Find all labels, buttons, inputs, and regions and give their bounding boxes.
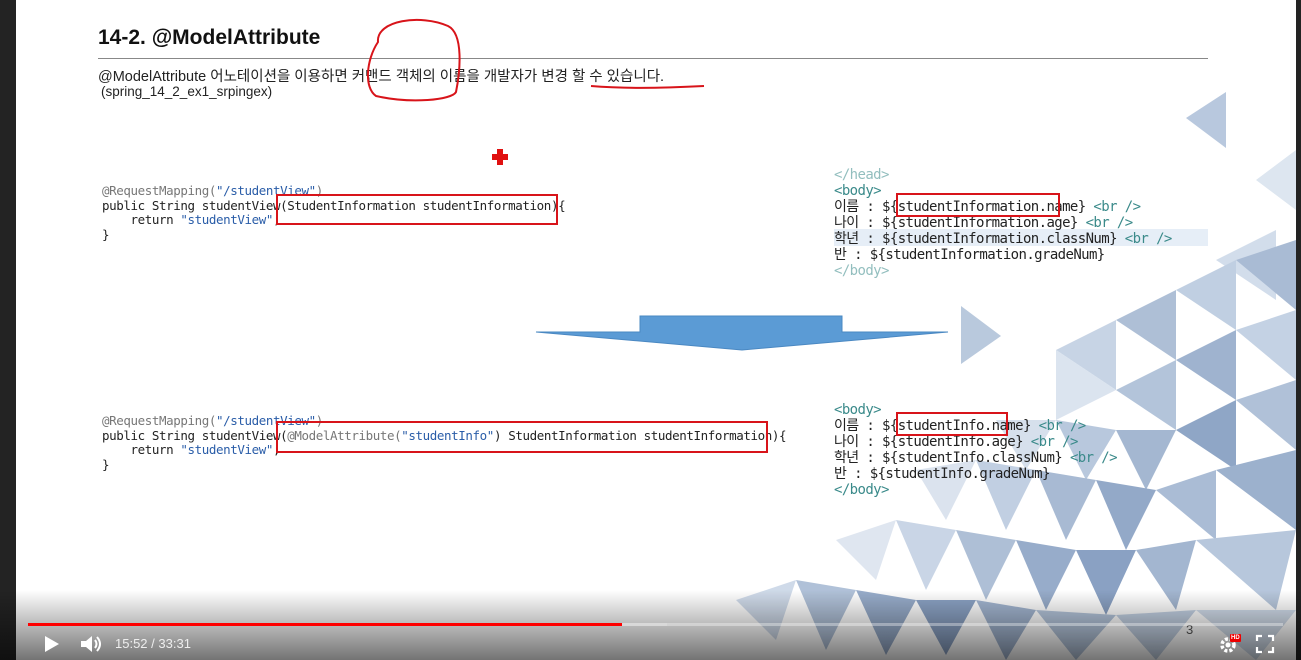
jsp-tag: </body> (834, 263, 889, 279)
highlight-box-jsp-before (896, 193, 1060, 217)
code-return: return (102, 212, 181, 227)
highlight-box-jsp-after (896, 412, 1008, 436)
code-annotation: @RequestMapping( (102, 183, 217, 198)
jsp-tag: <br /> (1085, 215, 1134, 231)
down-arrow-shape (535, 315, 949, 351)
jsp-tag: <body> (834, 183, 882, 199)
time-separator: / (147, 636, 159, 651)
time-display: 15:52 / 33:31 (115, 636, 191, 651)
jsp-line-age: 나이 : ${studentInfo.age} (834, 434, 1031, 450)
jsp-tag: </body> (834, 482, 889, 498)
jsp-tag: <br /> (1093, 199, 1141, 215)
code-brace: ){ (771, 427, 787, 443)
video-frame[interactable]: 14-2. @ModelAttribute @ModelAttribute 어노… (16, 0, 1296, 660)
pen-circle-annotation (366, 19, 461, 102)
hd-badge: HD (1230, 634, 1241, 642)
current-time: 15:52 (115, 636, 148, 651)
code-return: return (102, 442, 181, 457)
jsp-line-grade: 반 : ${studentInfo.gradeNum} (834, 466, 1050, 482)
code-closing-brace: } (102, 226, 110, 242)
highlight-box-parameter (276, 194, 558, 225)
progress-bar[interactable] (28, 623, 1283, 626)
player-left-edge (0, 0, 16, 660)
jsp-tag: </head> (834, 167, 889, 183)
jsp-tag: <br /> (1069, 450, 1118, 466)
code-method-signature: public String studentView( (102, 427, 288, 443)
jsp-tag: <br /> (1038, 418, 1087, 434)
jsp-tag: <br /> (1030, 434, 1079, 450)
code-method-signature: public String studentView( (102, 197, 288, 213)
play-button[interactable] (40, 632, 64, 656)
player-right-edge (1296, 0, 1301, 660)
settings-button[interactable]: HD (1218, 633, 1242, 655)
pen-underline-annotation (590, 85, 705, 89)
jsp-code-before: </head> <body> 이름 : ${studentInformation… (834, 167, 1172, 279)
fullscreen-button[interactable] (1254, 633, 1276, 655)
jsp-line-grade: 반 : ${studentInformation.gradeNum} (834, 247, 1105, 263)
code-string: "studentView" (180, 442, 274, 457)
code-annotation: @RequestMapping( (102, 413, 217, 428)
jsp-tag: <body> (834, 402, 882, 418)
jsp-line-class: 학년 : ${studentInformation.classNum} (834, 231, 1125, 247)
duration: 33:31 (158, 636, 191, 651)
jsp-tag: <br /> (1124, 231, 1173, 247)
highlight-box-model-attribute (276, 421, 768, 453)
fullscreen-icon (1255, 634, 1275, 654)
progress-played (28, 623, 622, 626)
volume-button[interactable] (78, 632, 104, 656)
play-icon (45, 636, 59, 652)
code-string: "studentView" (180, 212, 274, 227)
jsp-line-age: 나이 : ${studentInformation.age} (834, 215, 1086, 231)
code-closing-brace: } (102, 456, 110, 472)
jsp-line-class: 학년 : ${studentInfo.classNum} (834, 450, 1070, 466)
pointer-cross-icon (492, 149, 508, 165)
volume-icon (81, 636, 101, 652)
pen-annotations (366, 19, 949, 351)
